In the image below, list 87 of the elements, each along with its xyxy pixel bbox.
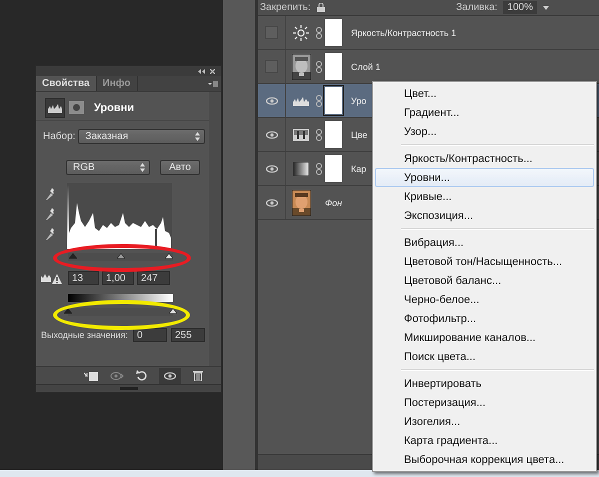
link-icon[interactable] <box>316 128 322 140</box>
slider-thumb[interactable] <box>164 253 173 259</box>
layer-name: Слой 1 <box>351 62 380 72</box>
menu-item[interactable]: Узор... <box>375 122 594 141</box>
slider-thumb[interactable] <box>116 253 124 259</box>
slider-thumb[interactable] <box>169 308 177 314</box>
preset-label: Набор: <box>43 131 76 142</box>
dropdown-caret-icon[interactable] <box>543 6 549 10</box>
menu-item[interactable]: Уровни... <box>375 168 594 187</box>
menu-item[interactable]: Карта градиента... <box>375 431 594 450</box>
histogram-icon <box>293 96 309 106</box>
input-levels-slider[interactable] <box>68 253 173 261</box>
eye-icon[interactable] <box>266 164 278 172</box>
output-level-field[interactable]: 0 <box>133 328 167 342</box>
fill-label: Заливка: <box>456 2 498 13</box>
eyedropper-icon[interactable] <box>45 187 55 201</box>
mask-icon[interactable] <box>69 101 84 114</box>
slider-thumb[interactable] <box>69 253 78 259</box>
channel-dropdown[interactable]: RGB <box>66 160 150 175</box>
link-icon[interactable] <box>316 26 322 38</box>
menu-item[interactable]: Цвет... <box>375 84 594 103</box>
input-level-field[interactable]: 1,00 <box>102 271 134 285</box>
reset-icon[interactable] <box>136 370 147 381</box>
balance-icon <box>293 128 309 140</box>
layer-row[interactable]: Яркость/Контрастность 1 <box>258 16 599 50</box>
histogram-icon[interactable] <box>45 98 65 118</box>
layer-mask-thumbnail[interactable] <box>325 87 342 114</box>
eyedropper-icon[interactable] <box>45 227 55 241</box>
eye-icon[interactable] <box>266 96 278 104</box>
menu-item[interactable]: Яркость/Контрастность... <box>375 149 594 168</box>
trash-icon[interactable] <box>193 370 203 381</box>
menu-item[interactable]: Изогелия... <box>375 412 594 431</box>
menu-item[interactable]: Инвертировать <box>375 374 594 393</box>
auto-button[interactable]: Авто <box>160 160 200 175</box>
updown-arrow-icon <box>195 132 200 141</box>
layer-name: Уро <box>351 96 366 106</box>
menu-item[interactable]: Черно-белое... <box>375 290 594 309</box>
adjustment-title: Уровни <box>94 102 134 114</box>
layer-name: Фон <box>325 198 342 208</box>
layer-mask-thumbnail[interactable] <box>325 19 342 46</box>
link-icon[interactable] <box>316 60 322 72</box>
clip-to-layer-icon[interactable] <box>84 370 98 380</box>
updown-arrow-icon <box>140 163 145 172</box>
layer-mask-thumbnail[interactable] <box>325 121 342 148</box>
menu-item[interactable]: Градиент... <box>375 103 594 122</box>
panel-tab[interactable]: Свойства <box>36 76 97 91</box>
menu-item[interactable]: Цветовой тон/Насыщенность... <box>375 252 594 271</box>
fill-field[interactable]: 100% <box>503 1 537 14</box>
gradient-icon <box>293 162 309 176</box>
menu-item[interactable]: Выборочная коррекция цвета... <box>375 450 594 469</box>
layer-name: Цве <box>351 130 368 140</box>
panel-tab[interactable]: Инфо <box>96 76 138 91</box>
menu-item[interactable]: Экспозиция... <box>375 206 594 225</box>
close-icon[interactable] <box>210 68 215 74</box>
layer-name: Кар <box>351 164 366 174</box>
lock-icon[interactable] <box>316 3 325 12</box>
eye-icon[interactable] <box>266 130 278 138</box>
slider-thumb[interactable] <box>64 308 72 314</box>
collapse-icon[interactable] <box>198 68 205 74</box>
layer-name: Яркость/Контрастность 1 <box>351 28 456 38</box>
menu-icon[interactable] <box>208 80 218 86</box>
menu-item[interactable]: Микширование каналов... <box>375 328 594 347</box>
scrollbar[interactable] <box>209 92 221 366</box>
input-level-field[interactable]: 13 <box>68 271 99 285</box>
eye-icon[interactable] <box>164 372 176 380</box>
view-previous-icon[interactable] <box>110 370 124 380</box>
layer-mask-thumbnail[interactable] <box>325 53 342 80</box>
link-icon[interactable] <box>316 162 322 174</box>
menu-item[interactable]: Цветовой баланс... <box>375 271 594 290</box>
output-levels-label: Выходные значения: <box>41 330 129 340</box>
link-icon[interactable] <box>316 94 322 106</box>
input-level-field[interactable]: 247 <box>137 271 170 285</box>
preset-dropdown[interactable]: Заказная <box>78 129 206 144</box>
eye-icon[interactable] <box>266 198 278 206</box>
menu-item[interactable]: Поиск цвета... <box>375 347 594 366</box>
layer-mask-thumbnail[interactable] <box>325 155 342 182</box>
lock-label: Закрепить: <box>260 2 311 13</box>
menu-item[interactable]: Кривые... <box>375 187 594 206</box>
menu-item[interactable]: Постеризация... <box>375 393 594 412</box>
resize-grip-icon[interactable] <box>120 387 138 390</box>
menu-item[interactable]: Вибрация... <box>375 233 594 252</box>
sun-icon <box>293 24 309 40</box>
clipping-warning-icon[interactable] <box>41 272 63 284</box>
eyedropper-icon[interactable] <box>45 207 55 221</box>
output-level-field[interactable]: 255 <box>171 328 205 342</box>
layer-row[interactable]: Слой 1 <box>258 50 599 84</box>
menu-item[interactable]: Фотофильтр... <box>375 309 594 328</box>
